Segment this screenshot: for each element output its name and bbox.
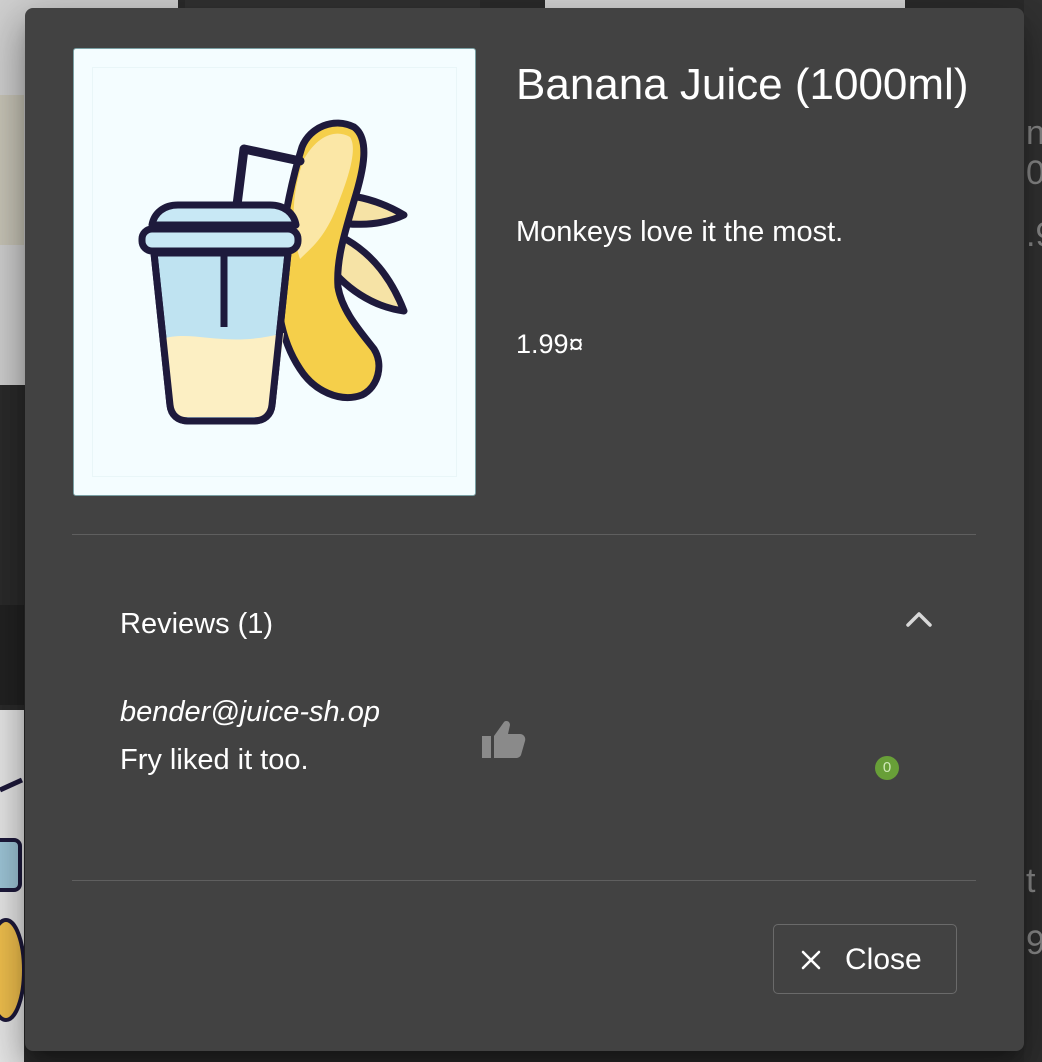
backdrop-juice-icon <box>0 777 24 1022</box>
divider-top <box>72 534 976 535</box>
reviews-expansion-header[interactable]: Reviews (1) <box>72 568 976 678</box>
backdrop-peek-text: 0( <box>1026 154 1042 192</box>
like-review-button[interactable]: 0 <box>480 716 899 780</box>
backdrop-peek-text: .9 <box>1026 216 1042 254</box>
close-button-label: Close <box>845 943 922 976</box>
review-author: bender@juice-sh.op <box>120 696 380 728</box>
backdrop-tile-left-image <box>0 95 24 245</box>
product-details-dialog: Banana Juice (1000ml) Monkeys love it th… <box>25 8 1024 1051</box>
product-image <box>73 48 476 496</box>
product-price: 1.99¤ <box>516 329 584 359</box>
close-icon <box>801 950 821 970</box>
review-item: bender@juice-sh.op Fry liked it too. 0 <box>120 692 899 792</box>
chevron-up-icon <box>906 612 932 627</box>
backdrop-tile-band <box>0 605 24 705</box>
divider-bottom <box>72 880 976 881</box>
backdrop-peek-text: 9. <box>1026 924 1042 962</box>
reviews-heading: Reviews (1) <box>120 608 274 640</box>
product-description: Monkeys love it the most. <box>516 216 844 248</box>
review-text: Fry liked it too. <box>120 744 309 776</box>
backdrop-peek-text: t <box>1026 862 1036 900</box>
thumb-up-icon <box>482 721 526 758</box>
like-count-badge: 0 <box>875 756 899 780</box>
close-button[interactable]: Close <box>773 924 957 994</box>
product-title: Banana Juice (1000ml) <box>516 60 969 109</box>
product-image-frame <box>92 67 457 477</box>
